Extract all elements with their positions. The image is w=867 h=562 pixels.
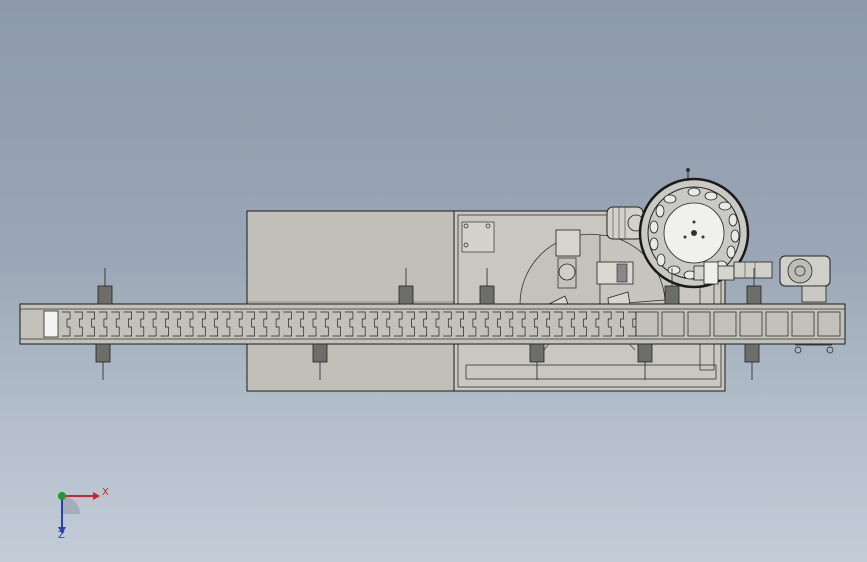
control-cabinet — [246, 210, 455, 392]
drive-motor-left — [606, 206, 645, 240]
cad-viewport[interactable]: X Z — [0, 0, 867, 562]
coordinate-triad — [58, 492, 100, 534]
machine-drawing[interactable] — [0, 0, 867, 562]
conveyor-belt — [19, 303, 846, 345]
z-axis-label: Z — [58, 530, 65, 541]
x-axis-label: X — [102, 487, 109, 498]
